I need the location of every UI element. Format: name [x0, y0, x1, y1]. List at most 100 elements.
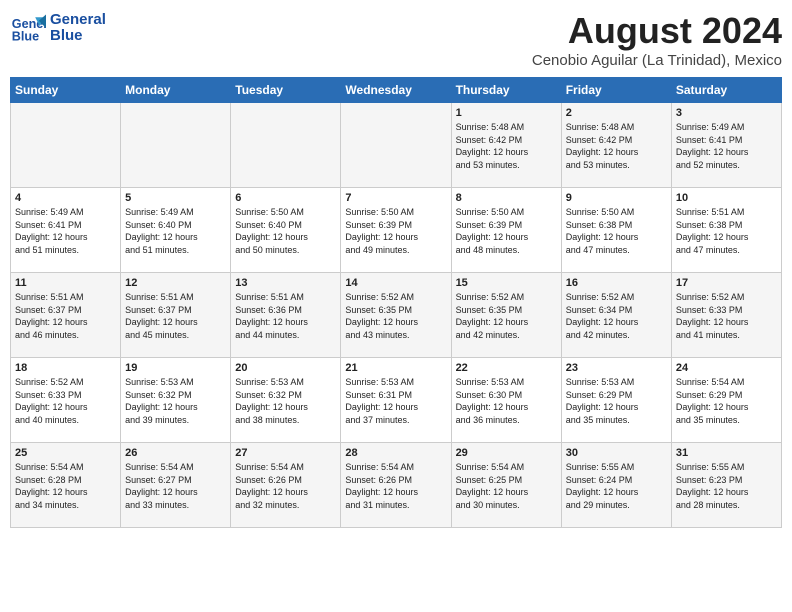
calendar-cell: 27 Sunrise: 5:54 AM Sunset: 6:26 PM Dayli… — [231, 443, 341, 528]
calendar-cell: 30 Sunrise: 5:55 AM Sunset: 6:24 PM Dayli… — [561, 443, 671, 528]
day-number: 25 — [15, 447, 116, 459]
day-info: Sunrise: 5:54 AM Sunset: 6:25 PM Dayligh… — [456, 462, 529, 510]
svg-text:Blue: Blue — [12, 30, 39, 44]
day-number: 2 — [566, 107, 667, 119]
day-info: Sunrise: 5:53 AM Sunset: 6:32 PM Dayligh… — [125, 377, 198, 425]
calendar-cell: 13 Sunrise: 5:51 AM Sunset: 6:36 PM Dayli… — [231, 273, 341, 358]
day-info: Sunrise: 5:52 AM Sunset: 6:34 PM Dayligh… — [566, 292, 639, 340]
calendar-cell: 1 Sunrise: 5:48 AM Sunset: 6:42 PM Daylig… — [451, 103, 561, 188]
day-info: Sunrise: 5:51 AM Sunset: 6:38 PM Dayligh… — [676, 207, 749, 255]
day-info: Sunrise: 5:55 AM Sunset: 6:24 PM Dayligh… — [566, 462, 639, 510]
weekday-header-tuesday: Tuesday — [231, 78, 341, 103]
calendar-cell: 9 Sunrise: 5:50 AM Sunset: 6:38 PM Daylig… — [561, 188, 671, 273]
day-number: 22 — [456, 362, 557, 374]
calendar-cell: 8Sunrise: 5:50 AM Sunset: 6:39 PM Daylig… — [451, 188, 561, 273]
weekday-header-saturday: Saturday — [671, 78, 781, 103]
calendar-cell: 28Sunrise: 5:54 AM Sunset: 6:26 PM Dayli… — [341, 443, 451, 528]
day-info: Sunrise: 5:49 AM Sunset: 6:41 PM Dayligh… — [676, 122, 749, 170]
calendar-cell: 17 Sunrise: 5:52 AM Sunset: 6:33 PM Dayli… — [671, 273, 781, 358]
day-info: Sunrise: 5:53 AM Sunset: 6:31 PM Dayligh… — [345, 377, 418, 425]
day-info: Sunrise: 5:48 AM Sunset: 6:42 PM Dayligh… — [456, 122, 529, 170]
calendar-header: SundayMondayTuesdayWednesdayThursdayFrid… — [11, 78, 782, 103]
day-info: Sunrise: 5:54 AM Sunset: 6:27 PM Dayligh… — [125, 462, 198, 510]
day-number: 26 — [125, 447, 226, 459]
header: General Blue General Blue August 2024 Ce… — [10, 10, 782, 69]
logo-icon: General Blue — [10, 10, 46, 46]
day-info: Sunrise: 5:55 AM Sunset: 6:23 PM Dayligh… — [676, 462, 749, 510]
day-number: 5 — [125, 192, 226, 204]
day-info: Sunrise: 5:50 AM Sunset: 6:39 PM Dayligh… — [345, 207, 418, 255]
day-info: Sunrise: 5:50 AM Sunset: 6:40 PM Dayligh… — [235, 207, 308, 255]
calendar-cell — [11, 103, 121, 188]
day-number: 8 — [456, 192, 557, 204]
day-number: 20 — [235, 362, 336, 374]
calendar-cell: 14Sunrise: 5:52 AM Sunset: 6:35 PM Dayli… — [341, 273, 451, 358]
day-number: 29 — [456, 447, 557, 459]
week-row-3: 11 Sunrise: 5:51 AM Sunset: 6:37 PM Dayli… — [11, 273, 782, 358]
logo-text-blue: Blue — [50, 28, 106, 45]
weekday-header-thursday: Thursday — [451, 78, 561, 103]
week-row-1: 1 Sunrise: 5:48 AM Sunset: 6:42 PM Daylig… — [11, 103, 782, 188]
main-title: August 2024 — [532, 10, 782, 52]
day-info: Sunrise: 5:51 AM Sunset: 6:37 PM Dayligh… — [125, 292, 198, 340]
calendar-body: 1 Sunrise: 5:48 AM Sunset: 6:42 PM Daylig… — [11, 103, 782, 528]
day-number: 31 — [676, 447, 777, 459]
calendar-cell — [341, 103, 451, 188]
day-number: 12 — [125, 277, 226, 289]
calendar-cell: 12 Sunrise: 5:51 AM Sunset: 6:37 PM Dayli… — [121, 273, 231, 358]
day-number: 13 — [235, 277, 336, 289]
day-number: 4 — [15, 192, 116, 204]
day-number: 1 — [456, 107, 557, 119]
day-number: 14 — [345, 277, 446, 289]
calendar-cell: 3Sunrise: 5:49 AM Sunset: 6:41 PM Daylig… — [671, 103, 781, 188]
day-number: 24 — [676, 362, 777, 374]
calendar-cell: 26 Sunrise: 5:54 AM Sunset: 6:27 PM Dayli… — [121, 443, 231, 528]
day-info: Sunrise: 5:48 AM Sunset: 6:42 PM Dayligh… — [566, 122, 639, 170]
weekday-header-sunday: Sunday — [11, 78, 121, 103]
calendar-cell: 2 Sunrise: 5:48 AM Sunset: 6:42 PM Daylig… — [561, 103, 671, 188]
calendar-cell: 15Sunrise: 5:52 AM Sunset: 6:35 PM Dayli… — [451, 273, 561, 358]
calendar-cell: 6 Sunrise: 5:50 AM Sunset: 6:40 PM Daylig… — [231, 188, 341, 273]
day-number: 21 — [345, 362, 446, 374]
weekday-header-friday: Friday — [561, 78, 671, 103]
calendar-cell: 23 Sunrise: 5:53 AM Sunset: 6:29 PM Dayli… — [561, 358, 671, 443]
day-info: Sunrise: 5:49 AM Sunset: 6:41 PM Dayligh… — [15, 207, 88, 255]
day-info: Sunrise: 5:52 AM Sunset: 6:33 PM Dayligh… — [676, 292, 749, 340]
calendar-cell: 5Sunrise: 5:49 AM Sunset: 6:40 PM Daylig… — [121, 188, 231, 273]
day-number: 9 — [566, 192, 667, 204]
title-area: August 2024 Cenobio Aguilar (La Trinidad… — [532, 10, 782, 69]
day-info: Sunrise: 5:51 AM Sunset: 6:37 PM Dayligh… — [15, 292, 88, 340]
calendar-cell: 10Sunrise: 5:51 AM Sunset: 6:38 PM Dayli… — [671, 188, 781, 273]
day-number: 27 — [235, 447, 336, 459]
day-info: Sunrise: 5:54 AM Sunset: 6:26 PM Dayligh… — [235, 462, 308, 510]
day-info: Sunrise: 5:51 AM Sunset: 6:36 PM Dayligh… — [235, 292, 308, 340]
calendar-cell: 19Sunrise: 5:53 AM Sunset: 6:32 PM Dayli… — [121, 358, 231, 443]
day-number: 16 — [566, 277, 667, 289]
day-number: 11 — [15, 277, 116, 289]
day-number: 23 — [566, 362, 667, 374]
calendar-cell: 4 Sunrise: 5:49 AM Sunset: 6:41 PM Daylig… — [11, 188, 121, 273]
day-number: 18 — [15, 362, 116, 374]
day-info: Sunrise: 5:50 AM Sunset: 6:38 PM Dayligh… — [566, 207, 639, 255]
weekday-header-wednesday: Wednesday — [341, 78, 451, 103]
day-number: 30 — [566, 447, 667, 459]
subtitle: Cenobio Aguilar (La Trinidad), Mexico — [532, 52, 782, 69]
calendar-cell — [231, 103, 341, 188]
day-info: Sunrise: 5:54 AM Sunset: 6:29 PM Dayligh… — [676, 377, 749, 425]
weekday-header-monday: Monday — [121, 78, 231, 103]
calendar-cell: 11 Sunrise: 5:51 AM Sunset: 6:37 PM Dayli… — [11, 273, 121, 358]
weekday-header-row: SundayMondayTuesdayWednesdayThursdayFrid… — [11, 78, 782, 103]
day-info: Sunrise: 5:54 AM Sunset: 6:26 PM Dayligh… — [345, 462, 418, 510]
calendar-cell: 21 Sunrise: 5:53 AM Sunset: 6:31 PM Dayli… — [341, 358, 451, 443]
calendar-cell: 7 Sunrise: 5:50 AM Sunset: 6:39 PM Daylig… — [341, 188, 451, 273]
calendar-cell: 22 Sunrise: 5:53 AM Sunset: 6:30 PM Dayli… — [451, 358, 561, 443]
day-number: 7 — [345, 192, 446, 204]
day-number: 17 — [676, 277, 777, 289]
calendar-cell: 25Sunrise: 5:54 AM Sunset: 6:28 PM Dayli… — [11, 443, 121, 528]
calendar-cell: 29 Sunrise: 5:54 AM Sunset: 6:25 PM Dayli… — [451, 443, 561, 528]
calendar-cell: 20Sunrise: 5:53 AM Sunset: 6:32 PM Dayli… — [231, 358, 341, 443]
logo: General Blue General Blue — [10, 10, 106, 46]
day-info: Sunrise: 5:53 AM Sunset: 6:30 PM Dayligh… — [456, 377, 529, 425]
day-info: Sunrise: 5:53 AM Sunset: 6:29 PM Dayligh… — [566, 377, 639, 425]
day-number: 6 — [235, 192, 336, 204]
